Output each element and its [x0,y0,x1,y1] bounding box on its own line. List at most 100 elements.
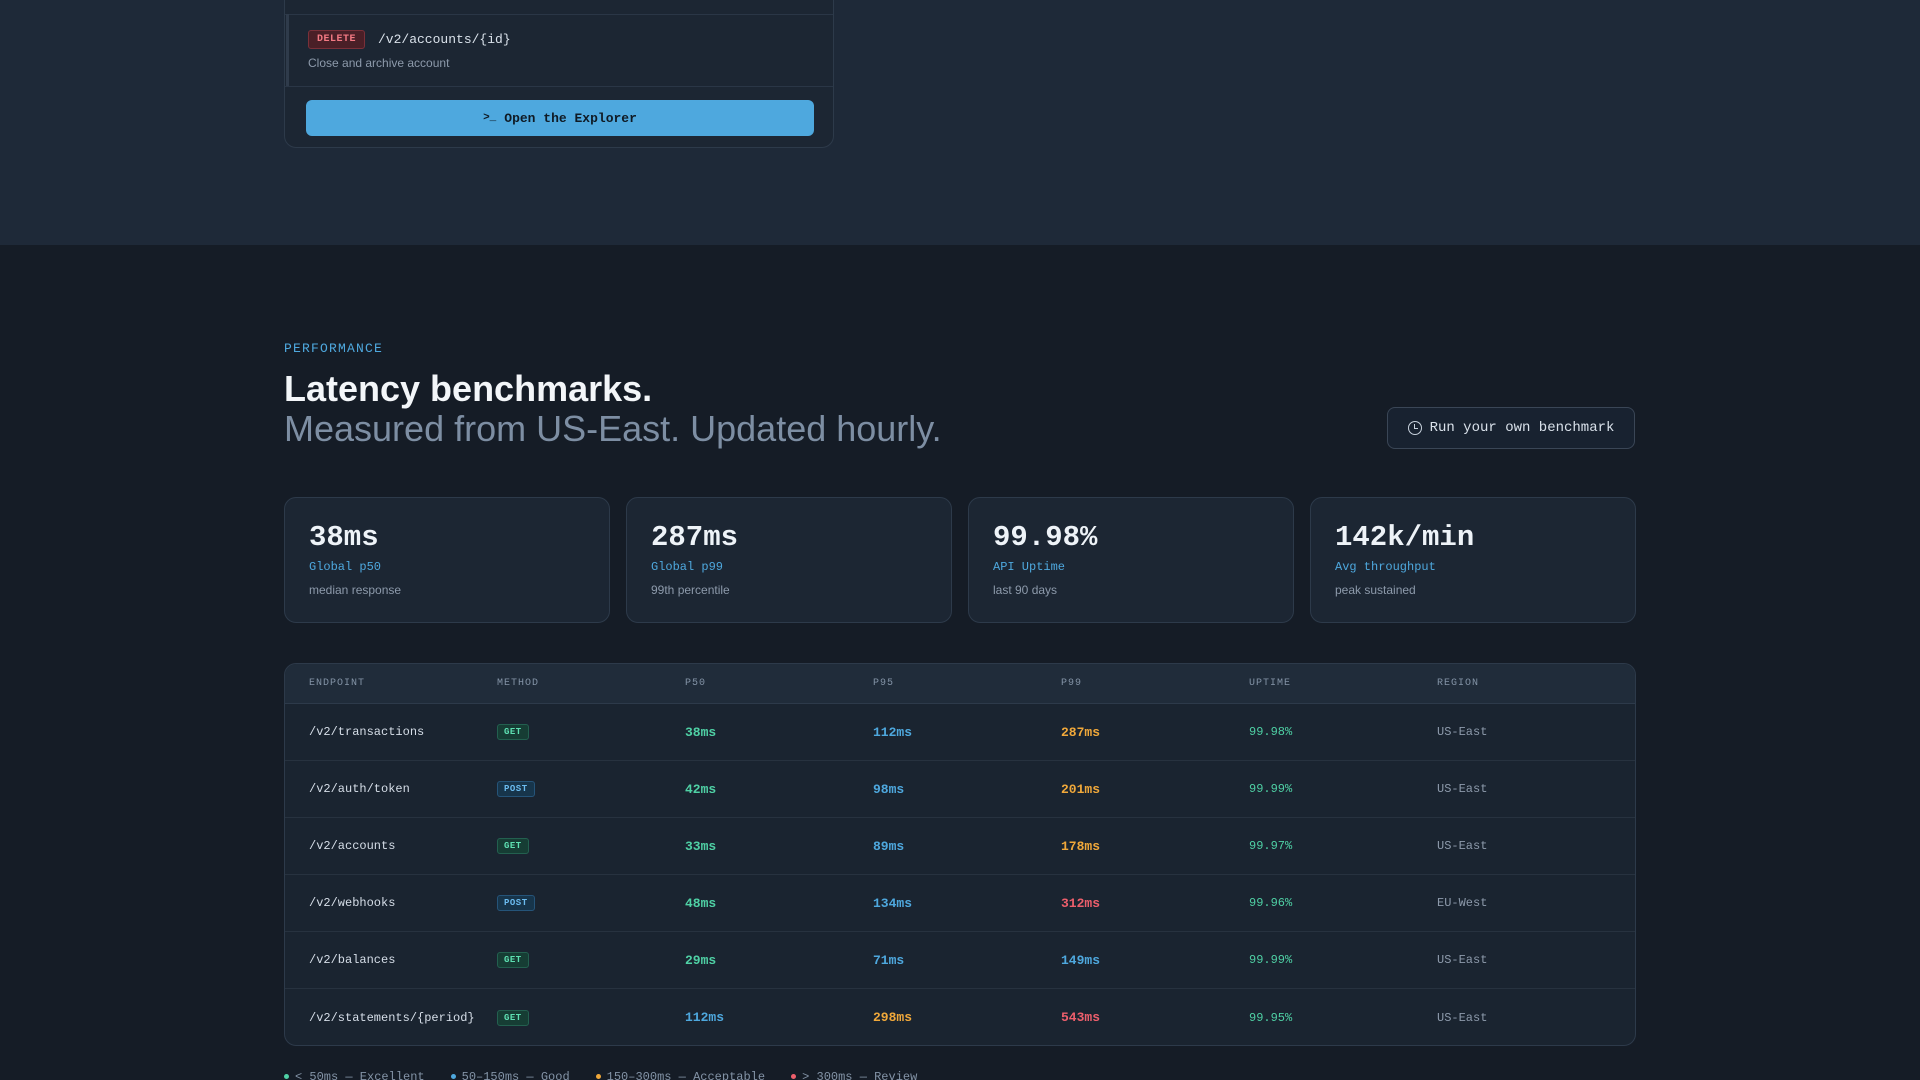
p95-cell: 112ms [873,724,913,740]
stat-label: Global p50 [309,560,382,574]
p95-cell: 134ms [873,895,913,911]
column-header-p50: P50 [685,678,707,689]
p99-cell: 287ms [1061,724,1101,740]
p95-cell: 98ms [873,781,905,797]
endpoint-row-delete-account[interactable]: DELETE /v2/accounts/{id} Close and archi… [286,14,833,86]
legend-dot-icon [450,1074,456,1080]
legend-dot-icon [595,1074,601,1080]
legend-label: 50–150ms — Good [461,1070,570,1080]
endpoint-cell: /v2/accounts [309,839,396,853]
method-badge: POST [497,895,535,911]
region-cell: US-East [1437,725,1488,739]
stat-card: 99.98% API Uptime last 90 days [968,497,1294,623]
column-header-region: REGION [1437,678,1480,689]
endpoint-cell: /v2/transactions [309,725,425,739]
stat-card: 142k/min Avg throughput peak sustained [1310,497,1636,623]
legend-item: < 50ms — Excellent [284,1070,425,1080]
method-badge-delete: DELETE [308,30,366,49]
endpoint-path: /v2/accounts/{id} [378,32,511,47]
stat-value: 142k/min [1335,521,1475,554]
endpoint-cell: /v2/statements/{period} [309,1010,475,1025]
stats-row: 38ms Global p50 median response 287ms Gl… [284,497,1636,623]
run-benchmark-button[interactable]: Run your own benchmark [1387,407,1635,449]
region-cell: US-East [1437,839,1488,853]
latency-legend: < 50ms — Excellent 50–150ms — Good 150–3… [284,1070,917,1080]
stat-label: Global p99 [651,560,724,574]
uptime-cell: 99.99% [1249,782,1293,796]
legend-label: < 50ms — Excellent [295,1070,425,1080]
region-cell: EU-West [1437,896,1488,910]
p50-cell: 42ms [685,781,717,797]
stat-label: Avg throughput [1335,560,1436,574]
divider [285,86,833,87]
p50-cell: 112ms [685,1010,725,1025]
legend-dot-icon [791,1074,797,1080]
column-header-method: METHOD [497,678,540,689]
table-row: /v2/balances GET 29ms 71ms 149ms 99.99% … [285,932,1635,989]
p99-cell: 543ms [1061,1010,1101,1025]
p99-cell: 201ms [1061,781,1101,797]
open-explorer-button[interactable]: >_ Open the Explorer [306,100,814,136]
endpoint-cell: /v2/balances [309,953,396,967]
stat-sublabel: 99th percentile [651,583,730,597]
legend-item: 150–300ms — Acceptable [595,1070,766,1080]
p95-cell: 89ms [873,838,905,854]
uptime-cell: 99.96% [1249,896,1293,910]
region-cell: US-East [1437,782,1488,796]
p50-cell: 48ms [685,895,717,911]
legend-label: 150–300ms — Acceptable [606,1070,766,1080]
run-benchmark-label: Run your own benchmark [1429,420,1615,436]
stat-value: 99.98% [993,521,1098,554]
p50-cell: 29ms [685,952,717,968]
uptime-cell: 99.99% [1249,953,1293,967]
column-header-uptime: UPTIME [1249,678,1292,689]
method-badge: GET [497,724,529,740]
method-badge: POST [497,781,535,797]
endpoint-cell: /v2/auth/token [309,782,410,796]
api-reference-section: DELETE /v2/accounts/{id} Close and archi… [0,0,1920,245]
p99-cell: 312ms [1061,895,1101,911]
p99-cell: 178ms [1061,838,1101,854]
uptime-cell: 99.98% [1249,725,1293,739]
table-row: /v2/statements/{period} GET 112ms 298ms … [285,989,1635,1045]
p50-cell: 33ms [685,838,717,854]
method-badge: GET [497,838,529,854]
table-row: /v2/auth/token POST 42ms 98ms 201ms 99.9… [285,761,1635,818]
stat-sublabel: median response [309,583,402,597]
stat-sublabel: last 90 days [993,583,1058,597]
section-eyebrow: PERFORMANCE [284,341,384,356]
endpoint-description: Close and archive account [308,56,450,70]
p99-cell: 149ms [1061,952,1101,968]
open-explorer-label: Open the Explorer [504,110,637,126]
column-header-p95: P95 [873,678,895,689]
stat-value: 287ms [651,521,739,554]
endpoint-list-card: DELETE /v2/accounts/{id} Close and archi… [284,0,834,148]
stat-value: 38ms [309,521,379,554]
table-header: ENDPOINT METHOD P50 P95 P99 UPTIME REGIO… [285,664,1635,704]
stat-sublabel: peak sustained [1335,583,1416,597]
region-cell: US-East [1437,953,1488,967]
method-badge: GET [497,952,529,968]
column-header-endpoint: ENDPOINT [309,678,366,689]
p50-cell: 38ms [685,724,717,740]
stat-card: 287ms Global p99 99th percentile [626,497,952,623]
endpoint-cell: /v2/webhooks [309,896,396,910]
legend-label: > 300ms — Review [802,1070,918,1080]
legend-item: 50–150ms — Good [450,1070,570,1080]
uptime-cell: 99.97% [1249,839,1293,853]
p95-cell: 298ms [873,1010,913,1025]
latency-table: ENDPOINT METHOD P50 P95 P99 UPTIME REGIO… [284,663,1636,1046]
section-subtitle: Measured from US-East. Updated hourly. [284,408,942,449]
uptime-cell: 99.95% [1249,1010,1293,1025]
clock-icon [1407,421,1422,435]
p95-cell: 71ms [873,952,905,968]
column-header-p99: P99 [1061,678,1083,689]
table-row: /v2/webhooks POST 48ms 134ms 312ms 99.96… [285,875,1635,932]
legend-item: > 300ms — Review [791,1070,917,1080]
table-row: /v2/accounts GET 33ms 89ms 178ms 99.97% … [285,818,1635,875]
legend-dot-icon [284,1074,289,1080]
method-badge: GET [497,1009,529,1026]
terminal-icon: >_ [483,112,497,124]
table-row: /v2/transactions GET 38ms 112ms 287ms 99… [285,704,1635,761]
region-cell: US-East [1437,1010,1488,1025]
